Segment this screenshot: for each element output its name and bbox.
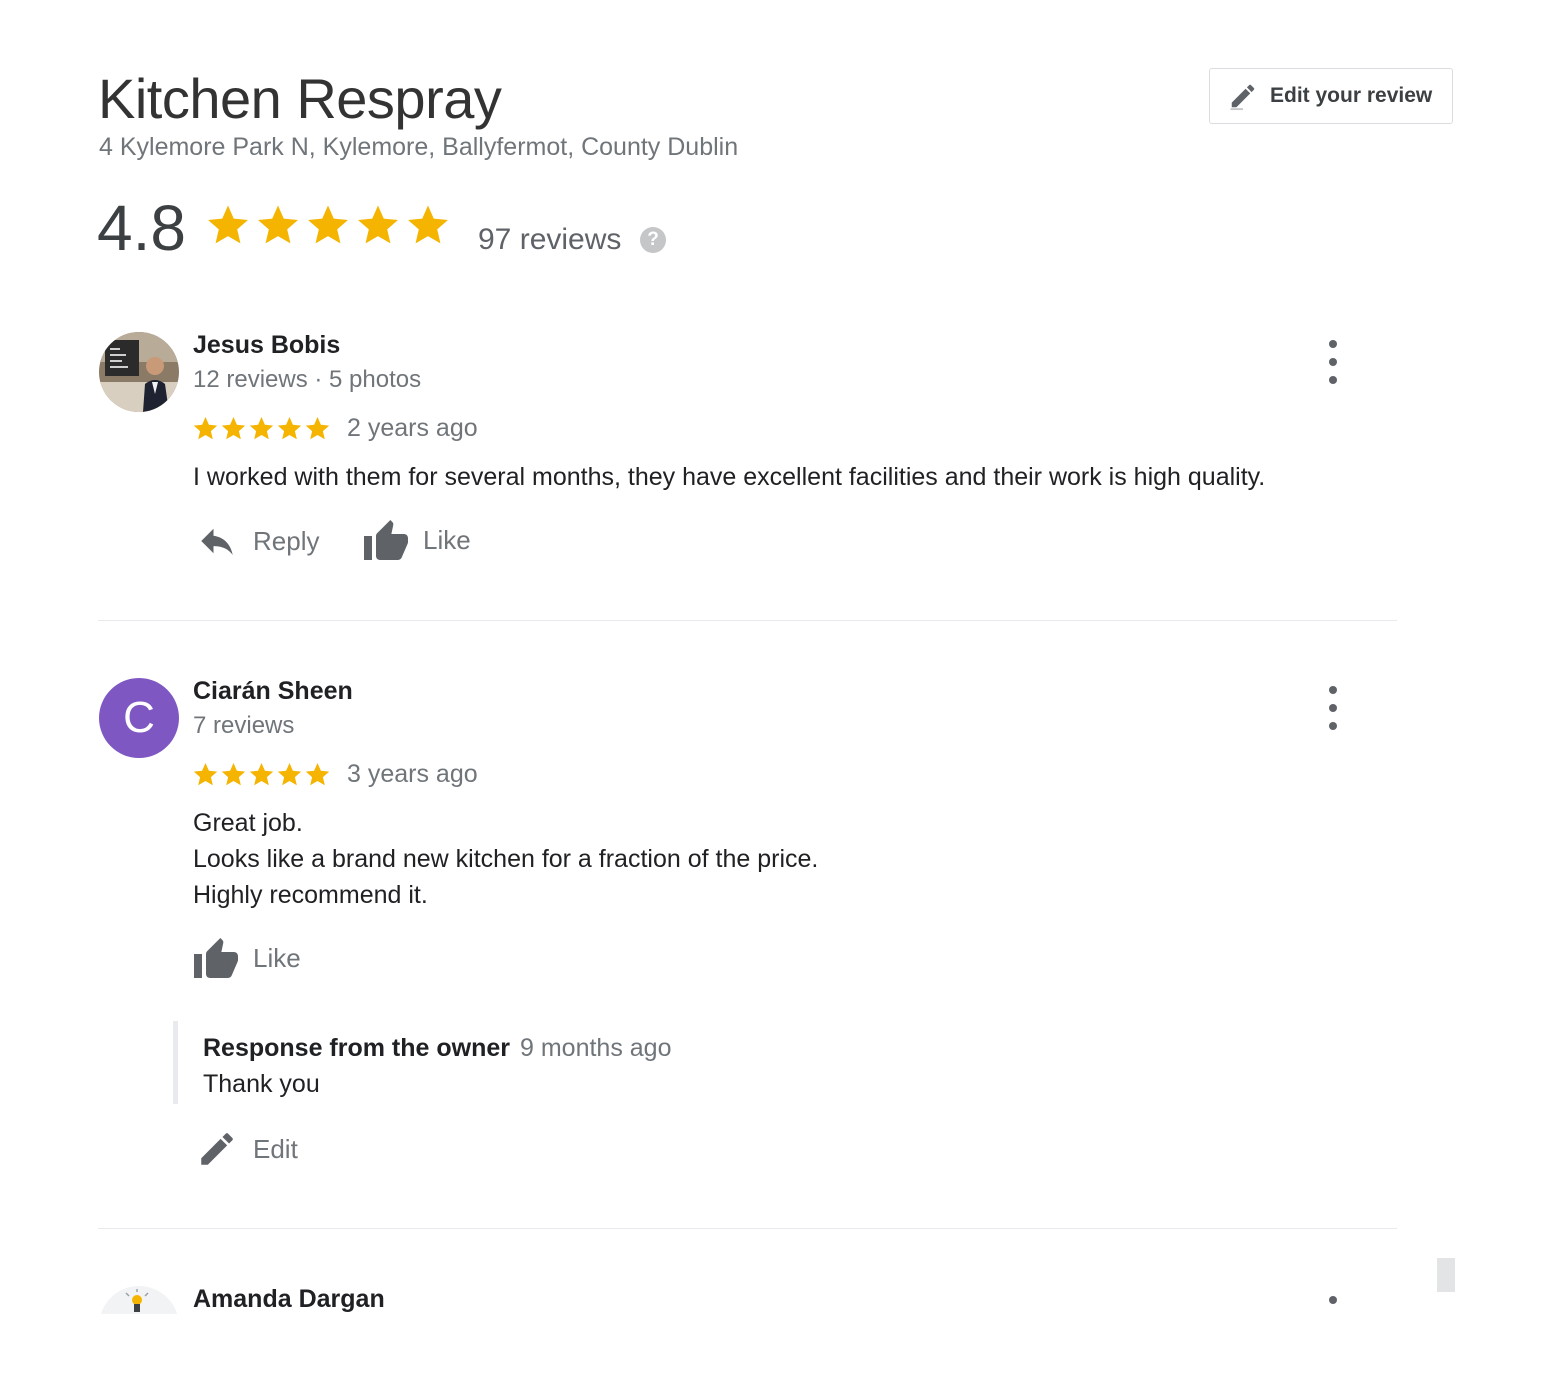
like-button[interactable]: Like	[362, 518, 471, 562]
review-count[interactable]: 97 reviews	[478, 222, 621, 258]
star-icon	[208, 205, 248, 244]
star-icon	[249, 417, 274, 440]
help-icon[interactable]: ?	[640, 227, 666, 253]
star-icon	[258, 205, 298, 244]
review-text-line: Highly recommend it.	[193, 881, 428, 909]
star-icon	[358, 205, 398, 244]
scrollbar-thumb[interactable]	[1437, 1258, 1455, 1292]
reply-label: Reply	[253, 525, 320, 556]
star-icon	[221, 763, 246, 786]
star-icon	[221, 417, 246, 440]
business-address: 4 Kylemore Park N, Kylemore, Ballyfermot…	[99, 133, 739, 161]
star-icon	[193, 417, 218, 440]
average-rating: 4.8	[97, 192, 186, 264]
more-options-icon[interactable]	[1319, 340, 1347, 384]
owner-response-heading: Response from the owner 9 months ago	[203, 1034, 672, 1063]
viewport-bottom-mask	[0, 1314, 1541, 1373]
avatar-jesus-bobis[interactable]	[99, 332, 179, 412]
owner-response-time: 9 months ago	[520, 1034, 672, 1062]
thumbs-up-icon	[194, 938, 238, 978]
review-stars	[192, 761, 331, 788]
reviewer-name[interactable]: Jesus Bobis	[193, 331, 340, 360]
pencil-icon	[1230, 84, 1255, 111]
reviewer-photo	[99, 332, 179, 412]
star-icon	[277, 417, 302, 440]
review-time: 2 years ago	[347, 414, 478, 442]
edit-your-review-label: Edit your review	[1270, 84, 1433, 107]
review-text-line: Great job.	[193, 809, 303, 837]
average-rating-stars	[205, 202, 451, 248]
star-icon	[193, 763, 218, 786]
edit-label: Edit	[253, 1133, 298, 1164]
star-icon	[305, 417, 330, 440]
review-divider	[98, 1228, 1397, 1229]
review-text-line: Looks like a brand new kitchen for a fra…	[193, 845, 819, 873]
reviewer-meta: 7 reviews	[193, 712, 295, 739]
reviewer-name[interactable]: Ciarán Sheen	[193, 677, 353, 706]
like-label: Like	[253, 942, 301, 973]
reply-icon	[201, 528, 233, 555]
like-button[interactable]: Like	[192, 936, 301, 980]
star-icon	[277, 763, 302, 786]
star-icon	[249, 763, 274, 786]
reviewer-meta: 12 reviews · 5 photos	[193, 366, 422, 393]
more-options-icon[interactable]	[1319, 686, 1347, 730]
star-icon	[408, 205, 448, 244]
owner-response-bar	[173, 1021, 178, 1104]
review-text: I worked with them for several months, t…	[193, 463, 1266, 491]
avatar-ciaran-sheen[interactable]: C	[99, 678, 179, 758]
owner-response-text: Thank you	[203, 1070, 320, 1098]
owner-response-title: Response from the owner	[203, 1034, 510, 1062]
review-stars	[192, 415, 331, 442]
pencil-icon	[201, 1133, 233, 1165]
reply-button[interactable]: Reply	[196, 520, 319, 562]
business-title: Kitchen Respray	[98, 67, 502, 130]
review-divider	[98, 620, 1397, 621]
thumbs-up-icon	[364, 520, 408, 560]
star-icon	[308, 205, 348, 244]
like-label: Like	[423, 524, 471, 555]
edit-response-button[interactable]: Edit	[196, 1128, 298, 1170]
star-icon	[305, 763, 330, 786]
reviewer-name[interactable]: Amanda Dargan	[193, 1285, 385, 1314]
review-time: 3 years ago	[347, 760, 478, 788]
avatar-letter: C	[123, 693, 155, 742]
edit-your-review-button[interactable]: Edit your review	[1209, 68, 1453, 124]
